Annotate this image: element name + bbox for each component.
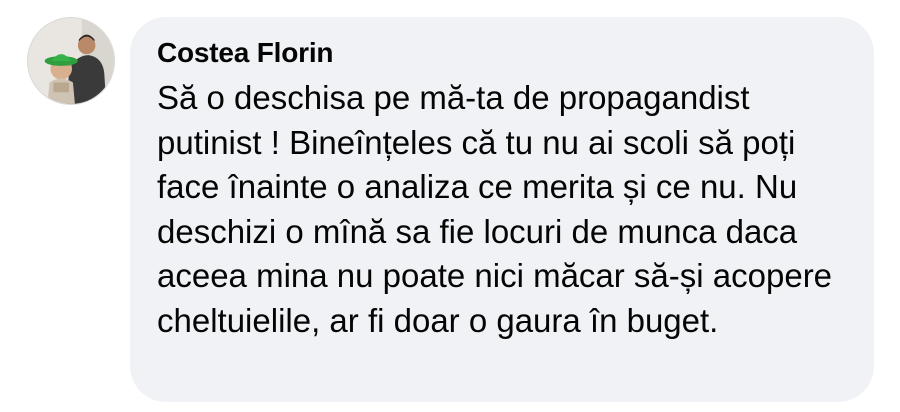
comment-author[interactable]: Costea Florin (157, 36, 854, 70)
comment-text: Să o deschisa pe mă-ta de propagandist p… (157, 79, 833, 339)
comment: Costea Florin Să o deschisa pe mă-ta de … (0, 0, 900, 412)
profile-photo-icon (28, 18, 114, 104)
comment-bubble: Costea Florin Să o deschisa pe mă-ta de … (130, 17, 874, 402)
avatar[interactable] (27, 17, 115, 105)
